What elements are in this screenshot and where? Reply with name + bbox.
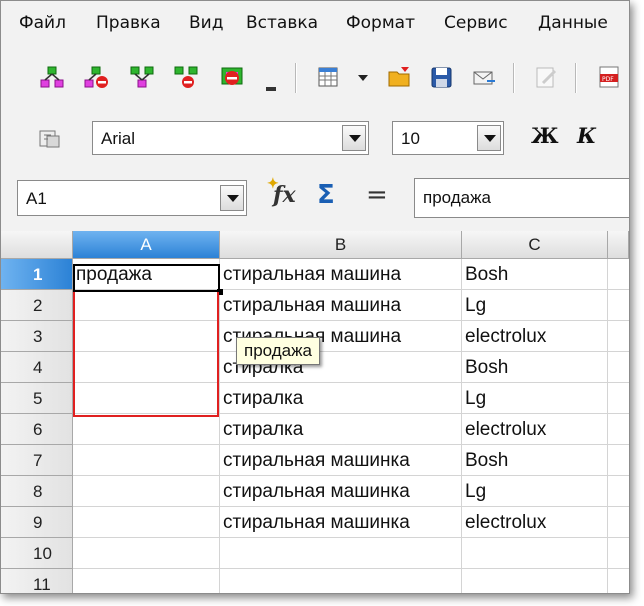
font-size-value: 10	[401, 129, 420, 148]
remove-dependents-icon[interactable]	[173, 65, 199, 89]
row-header[interactable]: 11	[1, 569, 73, 593]
row-header[interactable]: 9	[1, 507, 73, 538]
menu-file[interactable]: Файл	[19, 13, 66, 33]
toolbar-separator	[513, 63, 515, 93]
standard-toolbar: PDF	[1, 53, 629, 103]
formula-input[interactable]: продажа	[414, 178, 629, 218]
cell-b6[interactable]: стиралка	[220, 414, 303, 445]
sum-icon[interactable]: Σ	[317, 180, 335, 210]
row-header[interactable]: 6	[1, 414, 73, 445]
font-size-dropdown-icon[interactable]	[477, 125, 501, 151]
open-folder-icon[interactable]	[387, 65, 413, 89]
new-dropdown-icon[interactable]	[357, 73, 369, 83]
menu-view[interactable]: Вид	[189, 13, 223, 33]
cell-b1[interactable]: стиральная машина	[220, 259, 401, 290]
name-box[interactable]: A1	[17, 180, 247, 216]
trace-precedents-icon[interactable]	[39, 65, 65, 89]
column-header-d[interactable]	[608, 231, 629, 259]
cell-reference: A1	[26, 189, 47, 208]
cell-b7[interactable]: стиральная машинка	[220, 445, 410, 476]
row-header[interactable]: 10	[1, 538, 73, 569]
equals-icon[interactable]: =	[366, 180, 388, 210]
cell-c2[interactable]: Lg	[462, 290, 486, 321]
cell-b2[interactable]: стиральная машина	[220, 290, 401, 321]
menu-edit[interactable]: Правка	[96, 13, 161, 33]
name-box-dropdown-icon[interactable]	[220, 185, 244, 211]
cell-c1[interactable]: Bosh	[462, 259, 508, 290]
function-wizard-icon[interactable]: ✦ fx	[267, 176, 296, 208]
toolbar-separator	[295, 63, 297, 93]
cell-c7[interactable]: Bosh	[462, 445, 508, 476]
edit-file-icon[interactable]	[533, 65, 559, 89]
cell-c3[interactable]: electrolux	[462, 321, 546, 352]
cell-b5[interactable]: стиралка	[220, 383, 303, 414]
export-pdf-icon[interactable]: PDF	[597, 65, 623, 89]
save-icon[interactable]	[429, 65, 455, 89]
active-cell-cursor	[73, 264, 223, 295]
column-header-c[interactable]: C	[462, 231, 608, 259]
menu-data[interactable]: Данные	[538, 13, 608, 33]
row-header[interactable]: 2	[1, 290, 73, 321]
grid-line	[607, 259, 608, 593]
styles-icon[interactable]	[37, 127, 63, 151]
remove-precedents-icon[interactable]	[83, 65, 109, 89]
column-header-a[interactable]: A	[73, 231, 220, 259]
column-header-b[interactable]: B	[220, 231, 462, 259]
remove-all-traces-icon[interactable]	[219, 65, 245, 89]
new-document-icon[interactable]	[317, 65, 343, 89]
bold-button[interactable]: Ж	[531, 123, 559, 148]
cell-c5[interactable]: Lg	[462, 383, 486, 414]
menu-bar: Файл Правка Вид Вставка Формат Сервис Да…	[1, 1, 629, 47]
grid-line	[73, 568, 629, 569]
row-header[interactable]: 8	[1, 476, 73, 507]
email-icon[interactable]	[471, 65, 497, 89]
font-size-combo[interactable]: 10	[392, 121, 504, 155]
row-header[interactable]: 7	[1, 445, 73, 476]
select-all-corner[interactable]	[1, 231, 73, 259]
row-header[interactable]: 4	[1, 352, 73, 383]
cell-b9[interactable]: стиральная машинка	[220, 507, 410, 538]
svg-text:PDF: PDF	[602, 76, 614, 83]
toolbar-separator	[575, 63, 577, 93]
font-name-value: Arial	[101, 129, 136, 148]
row-header[interactable]: 1	[1, 259, 73, 290]
cell-tooltip: продажа	[236, 337, 320, 365]
font-name-combo[interactable]: Arial	[92, 121, 369, 155]
sheet-grid: A B C 1 продажа стиральная машина Bosh 2 стир…	[1, 231, 629, 593]
trace-dependents-icon[interactable]	[129, 65, 155, 89]
row-header[interactable]: 5	[1, 383, 73, 414]
cell-b8[interactable]: стиральная машинка	[220, 476, 410, 507]
spreadsheet-window: Файл Правка Вид Вставка Формат Сервис Да…	[0, 0, 630, 594]
menu-tools[interactable]: Сервис	[444, 13, 508, 33]
toolbar-options-icon[interactable]	[263, 75, 279, 93]
formula-content: продажа	[423, 188, 491, 207]
selection-highlight	[73, 292, 219, 417]
italic-button[interactable]: К	[577, 123, 596, 148]
row-header[interactable]: 3	[1, 321, 73, 352]
menu-insert[interactable]: Вставка	[246, 13, 318, 33]
cell-c8[interactable]: Lg	[462, 476, 486, 507]
cell-c6[interactable]: electrolux	[462, 414, 546, 445]
font-name-dropdown-icon[interactable]	[342, 125, 366, 151]
cell-c9[interactable]: electrolux	[462, 507, 546, 538]
menu-format[interactable]: Формат	[346, 13, 415, 33]
cell-c4[interactable]: Bosh	[462, 352, 508, 383]
